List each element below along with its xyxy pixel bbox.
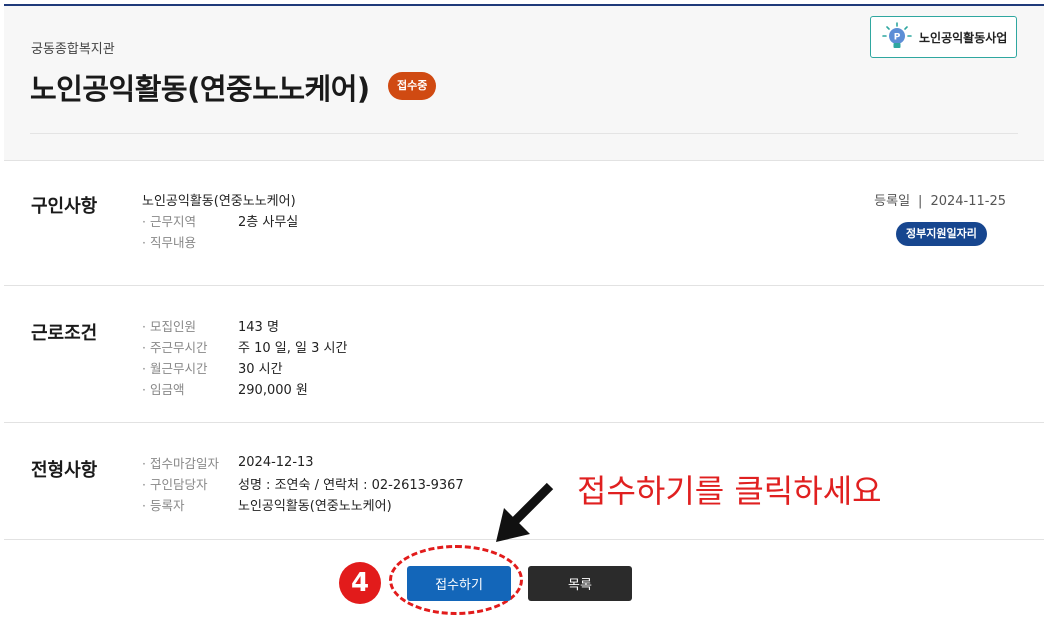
conditions-rows: · 모집인원 143 명 · 주근무시간 주 10 일, 일 3 시간 · 월근…: [142, 315, 347, 399]
field-label: · 모집인원: [142, 319, 196, 334]
screening-rows: · 접수마감일자 2024-12-13 · 구인담당자 성명 : 조연숙 / 연…: [142, 452, 464, 515]
field-value: 143 명: [238, 320, 279, 335]
list-button[interactable]: 목록: [528, 566, 632, 601]
section-title-screening: 전형사항: [31, 460, 98, 481]
field-label: · 주근무시간: [142, 340, 208, 355]
field-value: 30 시간: [238, 362, 283, 377]
program-tag-label: 노인공익활동사업: [919, 30, 1008, 45]
page-title: 노인공익활동(연중노노케어): [30, 72, 370, 106]
arrow-down-left-icon: [496, 482, 554, 542]
list-item: · 모집인원 143 명: [142, 315, 347, 336]
organization-name: 궁동종합복지관: [31, 42, 115, 57]
list-item: · 구인담당자 성명 : 조연숙 / 연락처 : 02-2613-9367: [142, 473, 464, 494]
section-title-recruit: 구인사항: [31, 196, 98, 217]
field-label: · 근무지역: [142, 214, 196, 229]
list-item: · 임금액 290,000 원: [142, 378, 347, 399]
field-value: 2024-12-13: [238, 455, 314, 470]
step-number-badge: 4: [339, 562, 381, 604]
svg-text:P: P: [894, 33, 901, 43]
instruction-annotation: 접수하기를 클릭하세요: [577, 472, 882, 510]
program-tag: P 노인공익활동사업: [870, 16, 1017, 58]
status-badge: 접수중: [388, 72, 437, 100]
list-item: · 근무지역 2층 사무실: [142, 210, 298, 231]
field-label: · 직무내용: [142, 235, 196, 250]
field-label: · 월근무시간: [142, 361, 208, 376]
apply-button[interactable]: 접수하기: [407, 566, 511, 601]
header-divider: [30, 133, 1018, 134]
gov-support-badge: 정부지원일자리: [896, 222, 987, 246]
field-value: 2층 사무실: [238, 215, 299, 230]
job-name: 노인공익활동(연중노노케어): [142, 194, 296, 209]
registration-date: 등록일 | 2024-11-25: [874, 190, 1006, 209]
field-value: 노인공익활동(연중노노케어): [238, 499, 392, 514]
recruit-section: 구인사항 노인공익활동(연중노노케어) · 근무지역 2층 사무실 · 직무내용…: [4, 162, 1044, 286]
list-item: · 주근무시간 주 10 일, 일 3 시간: [142, 336, 347, 357]
field-label: · 등록자: [142, 498, 185, 513]
recruit-rows: 노인공익활동(연중노노케어) · 근무지역 2층 사무실 · 직무내용: [142, 189, 298, 252]
list-item: · 직무내용: [142, 231, 298, 252]
field-label: · 접수마감일자: [142, 456, 219, 471]
conditions-section: 근로조건 · 모집인원 143 명 · 주근무시간 주 10 일, 일 3 시간…: [4, 287, 1044, 423]
list-item: · 월근무시간 30 시간: [142, 357, 347, 378]
list-item: · 접수마감일자 2024-12-13: [142, 452, 464, 473]
lightbulb-icon: P: [881, 21, 913, 53]
field-value: 성명 : 조연숙 / 연락처 : 02-2613-9367: [238, 478, 464, 493]
field-value: 290,000 원: [238, 383, 308, 398]
list-item: · 등록자 노인공익활동(연중노노케어): [142, 494, 464, 515]
field-label: · 구인담당자: [142, 477, 208, 492]
page-header: 궁동종합복지관 노인공익활동(연중노노케어) 접수중 P 노인공익활동사업: [4, 6, 1044, 161]
reg-separator: |: [918, 194, 923, 209]
reg-date-value: 2024-11-25: [930, 194, 1006, 209]
field-value: 주 10 일, 일 3 시간: [238, 341, 348, 356]
field-label: · 임금액: [142, 382, 185, 397]
section-title-conditions: 근로조건: [31, 323, 98, 344]
reg-label: 등록일: [874, 194, 911, 209]
